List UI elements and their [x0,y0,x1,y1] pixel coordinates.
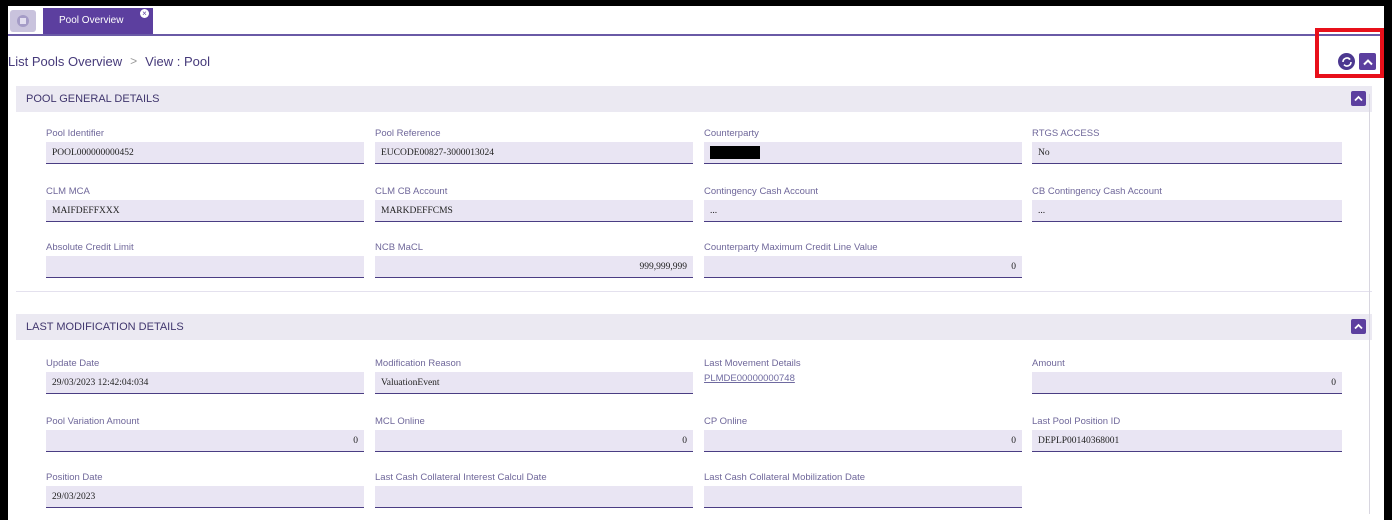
redacted-block [710,146,760,160]
last-cash-mobilization-value[interactable] [704,486,1022,508]
field-label: Last Cash Collateral Mobilization Date [704,472,866,483]
cb-contingency-cash-field: CB Contingency Cash Account ... [1032,186,1342,222]
ncb-macl-value[interactable]: 999,999,999 [375,256,693,278]
last-pool-position-id-field: Last Pool Position ID DEPLP00140368001 [1032,416,1342,452]
field-label: MCL Online [375,416,425,427]
contingency-cash-value[interactable]: ... [704,200,1022,222]
amount-value[interactable]: 0 [1032,372,1342,394]
panel-title: POOL GENERAL DETAILS [26,93,160,105]
app-frame: Pool Overview × List Pools Overview > Vi… [8,6,1384,520]
clm-cb-account-value[interactable]: MARKDEFFCMS [375,200,693,222]
field-label: CP Online [704,416,748,427]
last-cash-interest-value[interactable] [375,486,693,508]
cb-contingency-cash-value[interactable]: ... [1032,200,1342,222]
tab-label: Pool Overview [59,15,124,26]
last-modification-details-panel: LAST MODIFICATION DETAILS Update Date 29… [16,314,1372,520]
modification-reason-value[interactable]: ValuationEvent [375,372,693,394]
pool-general-details-panel: POOL GENERAL DETAILS Pool Identifier POO… [16,86,1372,292]
chevron-up-icon [1354,95,1363,102]
cp-max-credit-line-value[interactable]: 0 [704,256,1022,278]
pool-variation-amount-field: Pool Variation Amount 0 [46,416,364,452]
field-label: RTGS ACCESS [1032,128,1100,139]
breadcrumb-parent[interactable]: List Pools Overview [8,54,122,69]
refresh-icon[interactable] [1338,53,1355,70]
pool-reference-field: Pool Reference EUCODE00827-3000013024 [375,128,693,164]
pool-variation-amount-value[interactable]: 0 [46,430,364,452]
pool-identifier-field: Pool Identifier POOL000000000452 [46,128,364,164]
mcl-online-value[interactable]: 0 [375,430,693,452]
absolute-credit-limit-field: Absolute Credit Limit [46,242,364,278]
field-label: Pool Variation Amount [46,416,140,427]
position-date-field: Position Date 29/03/2023 [46,472,364,508]
breadcrumb-current: View : Pool [145,53,210,69]
counterparty-value[interactable] [704,142,1022,164]
update-date-field: Update Date 29/03/2023 12:42:04:034 [46,358,364,394]
amount-field: Amount 0 [1032,358,1342,394]
last-pool-position-id-value[interactable]: DEPLP00140368001 [1032,430,1342,452]
pool-reference-value[interactable]: EUCODE00827-3000013024 [375,142,693,164]
chevron-up-icon [1362,58,1373,65]
modification-reason-field: Modification Reason ValuationEvent [375,358,693,394]
panel-header: POOL GENERAL DETAILS [16,86,1372,112]
field-label: Position Date [46,472,103,483]
cp-max-credit-line-field: Counterparty Maximum Credit Line Value 0 [704,242,1022,278]
field-label: Pool Reference [375,128,441,139]
field-label: CLM CB Account [375,186,448,197]
clm-mca-value[interactable]: MAIFDEFFXXX [46,200,364,222]
collapse-all-button[interactable] [1359,53,1376,70]
field-label: Last Movement Details [704,358,801,369]
contingency-cash-field: Contingency Cash Account ... [704,186,1022,222]
breadcrumb-separator: > [130,54,138,68]
panel-title: LAST MODIFICATION DETAILS [26,321,184,333]
page-actions [1338,53,1376,71]
field-label: Amount [1032,358,1065,369]
last-movement-link[interactable]: PLMDE00000000748 [704,372,1022,388]
collapse-panel-button[interactable] [1351,319,1366,334]
cp-online-field: CP Online 0 [704,416,1022,452]
tab-home[interactable] [10,10,36,32]
vertical-scrollbar[interactable] [1369,94,1370,514]
rtgs-access-value[interactable]: No [1032,142,1342,164]
chevron-up-icon [1354,323,1363,330]
pool-identifier-value[interactable]: POOL000000000452 [46,142,364,164]
field-label: Modification Reason [375,358,462,369]
field-label: Last Cash Collateral Interest Calcul Dat… [375,472,547,483]
clm-mca-field: CLM MCA MAIFDEFFXXX [46,186,364,222]
cp-online-value[interactable]: 0 [704,430,1022,452]
field-label: CLM MCA [46,186,90,197]
tab-pool-overview[interactable]: Pool Overview × [43,8,153,34]
field-label: Counterparty Maximum Credit Line Value [704,242,878,253]
last-cash-mobilization-field: Last Cash Collateral Mobilization Date [704,472,1022,508]
tab-bar: Pool Overview × [8,6,1384,36]
field-label: CB Contingency Cash Account [1032,186,1162,197]
field-label: Contingency Cash Account [704,186,819,197]
field-label: NCB MaCL [375,242,424,253]
rtgs-access-field: RTGS ACCESS No [1032,128,1342,164]
field-label: Counterparty [704,128,759,139]
field-label: Update Date [46,358,100,369]
last-cash-interest-field: Last Cash Collateral Interest Calcul Dat… [375,472,693,508]
last-movement-field: Last Movement Details PLMDE00000000748 [704,358,1022,388]
field-label: Last Pool Position ID [1032,416,1121,427]
counterparty-field: Counterparty [704,128,1022,164]
home-icon [17,15,29,27]
ncb-macl-field: NCB MaCL 999,999,999 [375,242,693,278]
clm-cb-account-field: CLM CB Account MARKDEFFCMS [375,186,693,222]
absolute-credit-limit-value[interactable] [46,256,364,278]
update-date-value[interactable]: 29/03/2023 12:42:04:034 [46,372,364,394]
mcl-online-field: MCL Online 0 [375,416,693,452]
field-label: Absolute Credit Limit [46,242,134,253]
position-date-value[interactable]: 29/03/2023 [46,486,364,508]
close-tab-icon[interactable]: × [140,9,149,18]
panel-header: LAST MODIFICATION DETAILS [16,314,1372,340]
breadcrumb: List Pools Overview > View : Pool [8,50,210,72]
collapse-panel-button[interactable] [1351,91,1366,106]
field-label: Pool Identifier [46,128,105,139]
